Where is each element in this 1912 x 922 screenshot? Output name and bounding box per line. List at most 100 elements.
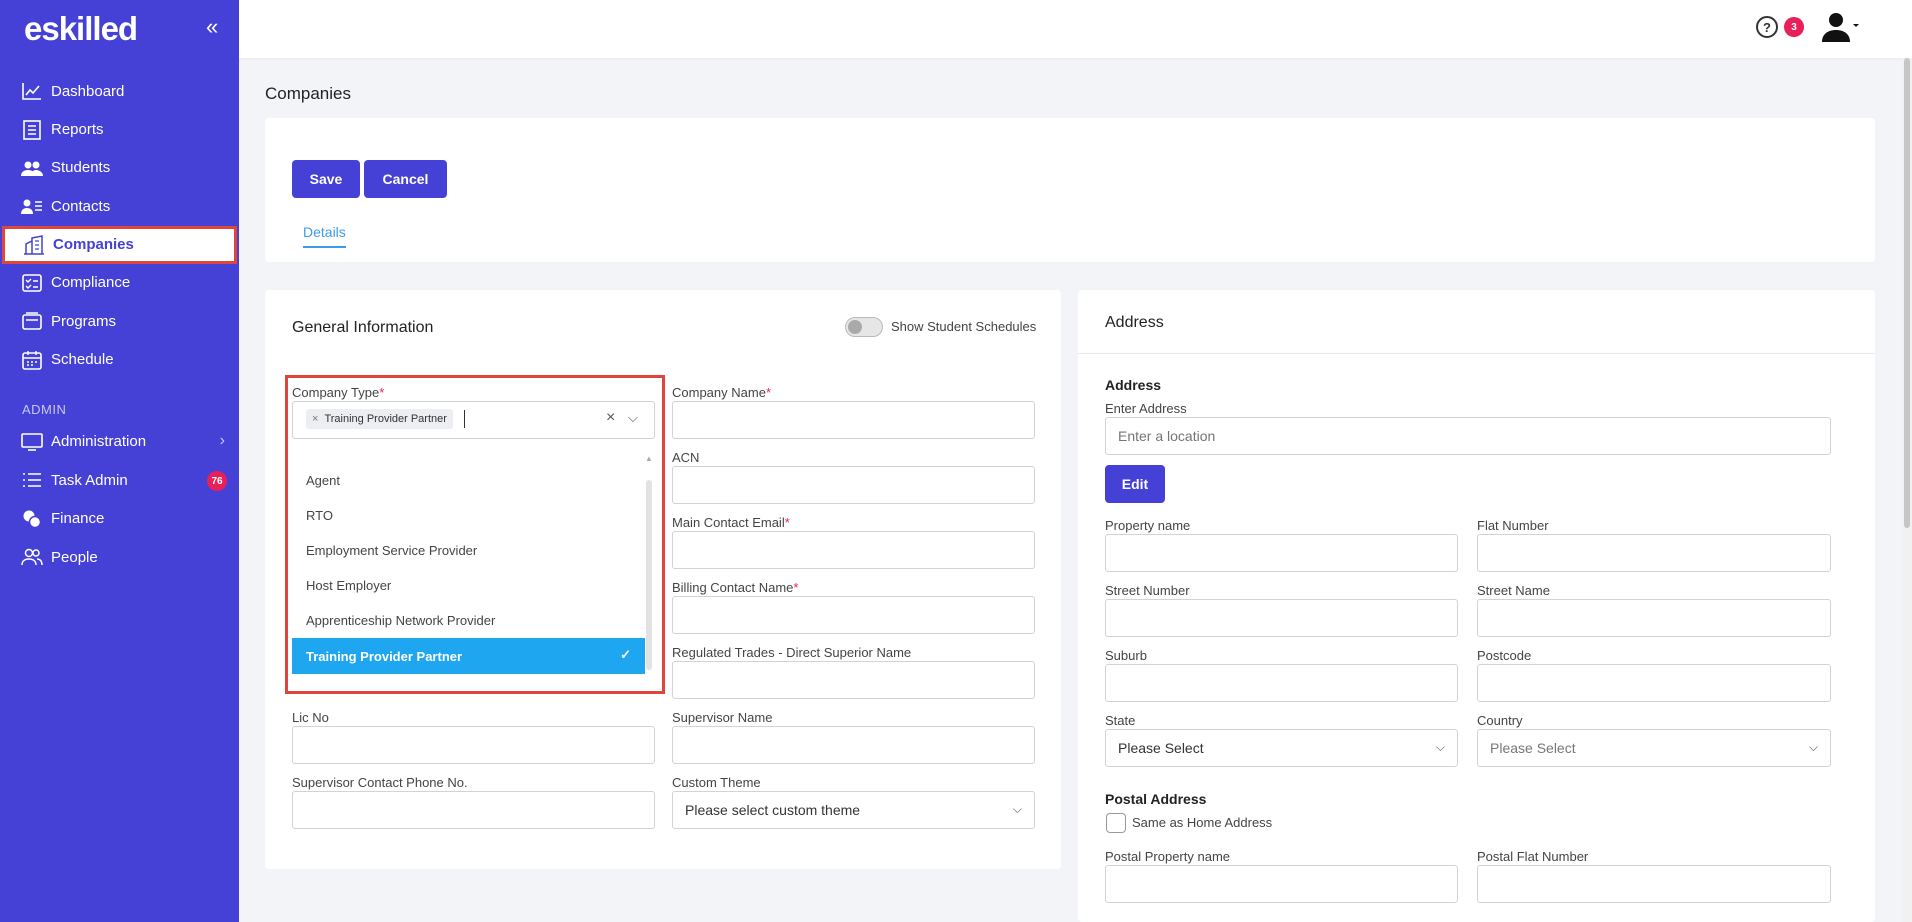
dropdown-scrollbar[interactable]	[646, 480, 652, 670]
street-number-input[interactable]	[1105, 599, 1458, 637]
required-marker: *	[784, 515, 790, 530]
page-scrollbar[interactable]	[1902, 58, 1912, 922]
postcode-input[interactable]	[1477, 664, 1831, 702]
country-select[interactable]: Please Select ⌵	[1477, 729, 1831, 767]
acn-input[interactable]	[672, 466, 1035, 504]
sidebar-item-reports[interactable]: Reports	[0, 110, 239, 148]
remove-tag-icon[interactable]: ×	[312, 413, 318, 425]
eskilled-logo[interactable]: eskilled	[24, 10, 138, 48]
custom-theme-value: Please select custom theme	[685, 802, 861, 818]
street-name-label: Street Name	[1477, 583, 1550, 598]
regulated-trades-input[interactable]	[672, 661, 1035, 699]
sidebar-item-label: Companies	[53, 236, 134, 254]
chevron-down-icon: ⌵	[1435, 740, 1445, 754]
chevron-down-icon: ⌵	[1012, 802, 1022, 816]
postal-flat-number-input[interactable]	[1477, 865, 1831, 903]
main-contact-email-input[interactable]	[672, 531, 1035, 569]
page-title: Companies	[265, 84, 351, 103]
action-card	[265, 118, 1875, 262]
property-name-label: Property name	[1105, 518, 1191, 533]
coins-icon	[21, 508, 43, 530]
supervisor-name-input[interactable]	[672, 726, 1035, 764]
sidebar-item-dashboard[interactable]: Dashboard	[0, 72, 239, 110]
tab-details[interactable]: Details	[303, 224, 346, 248]
general-information-title: General Information	[292, 319, 434, 336]
option-training-provider-partner[interactable]: Training Provider Partner ✓	[292, 638, 645, 674]
company-name-label: Company Name*	[672, 385, 771, 400]
street-number-label: Street Number	[1105, 583, 1190, 598]
edit-button[interactable]: Edit	[1105, 465, 1165, 503]
enter-address-label: Enter Address	[1105, 401, 1187, 416]
cancel-button[interactable]: Cancel	[364, 160, 447, 198]
postal-property-name-label: Postal Property name	[1105, 849, 1231, 864]
billing-contact-name-input[interactable]	[672, 596, 1035, 634]
option-rto[interactable]: RTO	[306, 508, 333, 523]
company-name-input[interactable]	[672, 401, 1035, 439]
flat-number-input[interactable]	[1477, 534, 1831, 572]
sidebar-item-schedule[interactable]: Schedule	[0, 340, 239, 378]
state-select[interactable]: Please Select ⌵	[1105, 729, 1458, 767]
postal-property-name-input[interactable]	[1105, 865, 1458, 903]
sidebar-item-students[interactable]: Students	[0, 149, 239, 187]
sidebar-item-label: People	[51, 548, 98, 566]
sidebar-item-contacts[interactable]: Contacts	[0, 187, 239, 225]
option-employment-service-provider[interactable]: Employment Service Provider	[306, 543, 477, 558]
save-button[interactable]: Save	[292, 160, 360, 198]
dropdown-scroll-up-icon[interactable]: ▲	[645, 454, 653, 463]
sidebar-item-companies[interactable]: Companies	[2, 225, 237, 264]
contacts-icon	[21, 195, 43, 217]
help-badge: 3	[1784, 17, 1804, 37]
chart-line-icon	[21, 80, 43, 102]
sidebar-item-programs[interactable]: Programs	[0, 302, 239, 340]
lic-no-input[interactable]	[292, 726, 655, 764]
help-icon[interactable]: ?	[1756, 16, 1778, 38]
address-section-title: Address	[1105, 377, 1162, 393]
option-host-employer[interactable]: Host Employer	[306, 578, 391, 593]
sidebar-item-label: Compliance	[51, 274, 131, 292]
option-apprenticeship-network-provider[interactable]: Apprenticeship Network Provider	[306, 613, 495, 628]
sidebar-item-people[interactable]: People	[0, 538, 239, 576]
state-label: State	[1105, 713, 1136, 728]
chevron-right-icon: ›	[219, 431, 225, 449]
label-text: Main Contact Email	[672, 515, 785, 530]
divider	[1078, 353, 1875, 354]
supervisor-phone-input[interactable]	[292, 791, 655, 829]
show-student-schedules-toggle[interactable]	[845, 317, 883, 337]
building-icon	[23, 234, 45, 256]
sidebar-item-label: Task Admin	[51, 471, 128, 489]
sidebar-item-label: Schedule	[51, 351, 114, 369]
sidebar-item-label: Reports	[51, 121, 104, 139]
calendar-icon	[21, 349, 43, 371]
company-type-tag[interactable]: × Training Provider Partner	[306, 409, 453, 429]
people-icon	[21, 546, 43, 568]
collapse-sidebar-icon[interactable]: «	[206, 14, 218, 40]
chevron-down-icon[interactable]: ⌵	[628, 410, 638, 426]
sidebar-item-administration[interactable]: Administration ›	[0, 423, 239, 461]
enter-address-input[interactable]	[1105, 417, 1831, 455]
scrollbar-thumb[interactable]	[1904, 58, 1910, 528]
street-name-input[interactable]	[1477, 599, 1831, 637]
chevron-down-icon: ⌵	[1808, 740, 1818, 754]
regulated-trades-label: Regulated Trades - Direct Superior Name	[672, 645, 912, 660]
sidebar-item-label: Programs	[51, 312, 117, 330]
same-as-home-checkbox[interactable]	[1106, 813, 1126, 833]
label-text: Billing Contact Name	[672, 580, 794, 595]
user-avatar-icon[interactable]	[1820, 12, 1860, 42]
clear-selection-icon[interactable]: ×	[606, 409, 615, 427]
custom-theme-label: Custom Theme	[672, 775, 761, 790]
postal-flat-number-label: Postal Flat Number	[1477, 849, 1589, 864]
sidebar-item-compliance[interactable]: Compliance	[0, 264, 239, 302]
sidebar-item-label: Students	[51, 159, 111, 177]
top-bar	[239, 0, 1912, 58]
sidebar-item-finance[interactable]: Finance	[0, 500, 239, 538]
required-marker: *	[793, 580, 799, 595]
address-card-title: Address	[1105, 314, 1164, 331]
acn-label: ACN	[672, 450, 700, 465]
flat-number-label: Flat Number	[1477, 518, 1549, 533]
suburb-input[interactable]	[1105, 664, 1458, 702]
tag-label: Training Provider Partner	[324, 413, 447, 425]
custom-theme-select[interactable]: Please select custom theme ⌵	[672, 791, 1035, 829]
property-name-input[interactable]	[1105, 534, 1458, 572]
option-agent[interactable]: Agent	[306, 473, 340, 488]
sidebar-item-task-admin[interactable]: Task Admin 76	[0, 461, 239, 499]
